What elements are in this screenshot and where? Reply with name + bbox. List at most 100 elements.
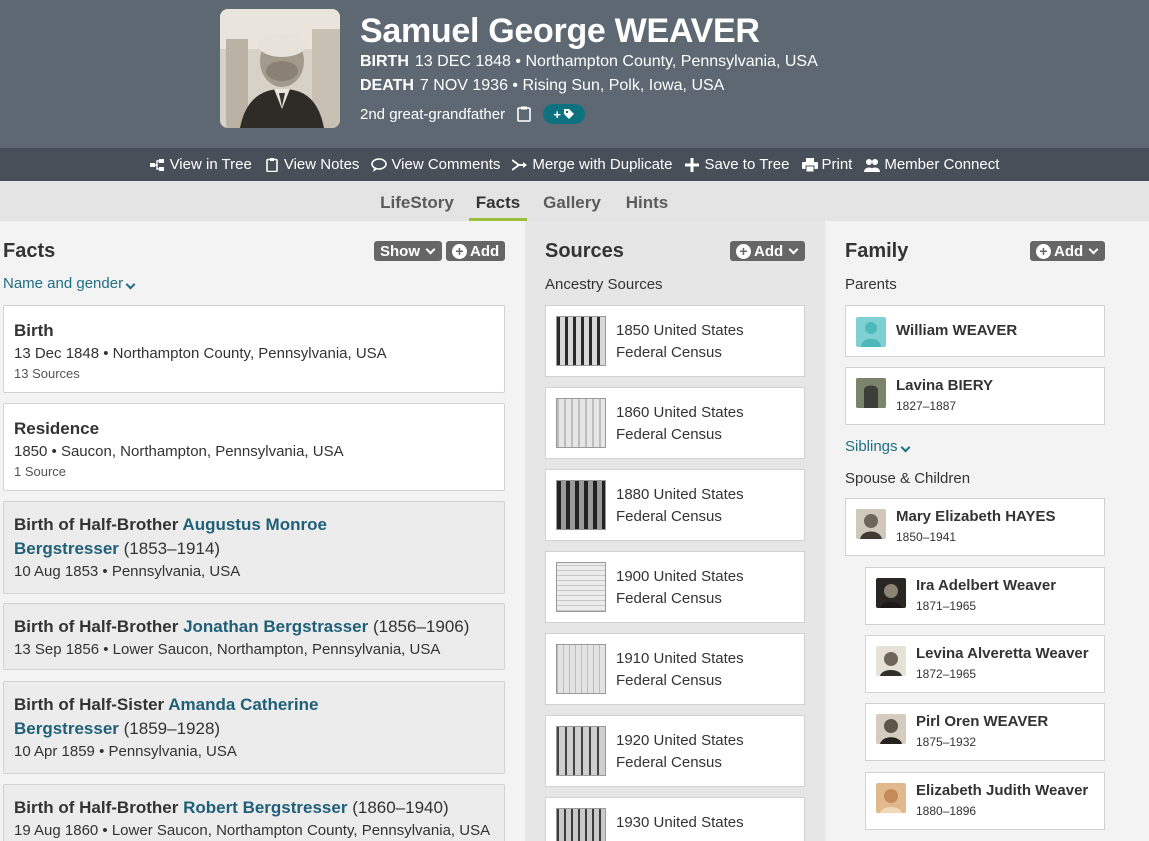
source-title: 1920 United States Federal Census — [616, 732, 744, 771]
view-in-tree-button[interactable]: View in Tree — [149, 156, 252, 173]
fact-title: Birth of Half-Brother Augustus Monroe Be… — [14, 513, 494, 561]
birth-label: BIRTH — [360, 53, 409, 70]
view-notes-button[interactable]: View Notes — [264, 156, 360, 173]
siblings-label: Siblings — [845, 438, 898, 455]
parents-label: Parents — [845, 276, 897, 293]
chevron-down-icon — [900, 442, 910, 453]
mother-name: Lavina BIERY — [896, 377, 993, 394]
add-source-label: Add — [754, 242, 784, 260]
fact-detail: 13 Dec 1848 • Northampton County, Pennsy… — [14, 345, 387, 362]
show-dropdown-button[interactable]: Show — [374, 241, 442, 261]
person-portrait[interactable] — [220, 9, 340, 128]
child-card[interactable]: Ira Adelbert Weaver 1871–1965 — [865, 567, 1105, 625]
view-comments-label: View Comments — [391, 156, 501, 173]
fact-card-half-brother-jonathan[interactable]: Birth of Half-Brother Jonathan Bergstras… — [3, 603, 505, 670]
members-icon — [864, 158, 881, 172]
tab-bar: LifeStory Facts Gallery Hints — [0, 181, 1149, 221]
source-card-1850-census[interactable]: 1850 United States Federal Census — [545, 305, 805, 377]
child-photo — [876, 646, 906, 676]
source-card-1880-census[interactable]: 1880 United States Federal Census — [545, 469, 805, 541]
child-card[interactable]: Pirl Oren WEAVER 1875–1932 — [865, 703, 1105, 761]
relative-link[interactable]: Jonathan Bergstrasser — [183, 617, 368, 636]
add-family-button[interactable]: + Add — [1030, 241, 1106, 261]
child-card[interactable]: Levina Alveretta Weaver 1872–1965 — [865, 635, 1105, 693]
member-connect-button[interactable]: Member Connect — [864, 156, 999, 173]
fact-source-count[interactable]: 1 Source — [14, 463, 494, 481]
relative-years: (1856–1906) — [372, 617, 470, 636]
relationship-text: 2nd great-grandfather — [360, 105, 506, 123]
tag-icon — [563, 109, 574, 119]
census-thumbnail — [556, 316, 606, 366]
relative-years: (1853–1914) — [123, 539, 221, 558]
source-card-1920-census[interactable]: 1920 United States Federal Census — [545, 715, 805, 787]
source-card-1910-census[interactable]: 1910 United States Federal Census — [545, 633, 805, 705]
source-card-1860-census[interactable]: 1860 United States Federal Census — [545, 387, 805, 459]
name-gender-toggle[interactable]: Name and gender — [3, 275, 136, 292]
relative-years: (1859–1928) — [123, 719, 221, 738]
print-button[interactable]: Print — [801, 156, 852, 173]
action-toolbar: View in Tree View Notes View Comments Me… — [0, 148, 1149, 181]
child-name: Elizabeth Judith Weaver — [916, 782, 1089, 799]
relative-years: (1860–1940) — [352, 798, 449, 817]
plus-circle-icon: + — [736, 243, 751, 259]
child-photo — [876, 714, 906, 744]
plus-icon: + — [553, 106, 561, 122]
name-gender-label: Name and gender — [3, 275, 124, 292]
fact-card-half-brother-robert[interactable]: Birth of Half-Brother Robert Bergstresse… — [3, 784, 505, 841]
add-source-button[interactable]: + Add — [730, 241, 806, 261]
fact-title: Residence — [14, 419, 100, 438]
siblings-toggle[interactable]: Siblings — [845, 438, 911, 455]
fact-detail: 10 Aug 1853 • Pennsylvania, USA — [14, 563, 241, 580]
chevron-down-icon — [788, 244, 799, 254]
family-column: Family + Add Parents William WEAVER Lavin… — [825, 221, 1149, 841]
person-silhouette-icon — [856, 317, 886, 347]
fact-title: Birth of Half-Sister Amanda Catherine Be… — [14, 693, 494, 741]
source-title: 1880 United States Federal Census — [616, 486, 744, 525]
relative-link[interactable]: Bergstresser — [14, 719, 119, 738]
source-card-1900-census[interactable]: 1900 United States Federal Census — [545, 551, 805, 623]
source-card-1930-census[interactable]: 1930 United States — [545, 797, 805, 841]
child-years: 1872–1965 — [916, 667, 977, 681]
headstone-photo — [856, 378, 886, 408]
source-title: 1860 United States Federal Census — [616, 404, 744, 443]
clipboard-icon[interactable] — [517, 106, 531, 122]
relative-link[interactable]: Bergstresser — [14, 539, 119, 558]
census-thumbnail — [556, 562, 606, 612]
fact-card-half-brother-augustus[interactable]: Birth of Half-Brother Augustus Monroe Be… — [3, 501, 505, 594]
spouse-photo — [856, 509, 886, 539]
census-thumbnail — [556, 398, 606, 448]
merge-duplicate-button[interactable]: Merge with Duplicate — [512, 156, 672, 173]
fact-source-count[interactable]: 13 Sources — [14, 365, 494, 383]
relative-link[interactable]: Robert Bergstresser — [183, 798, 347, 817]
relative-link[interactable]: Augustus Monroe — [182, 515, 327, 534]
source-title: 1850 United States Federal Census — [616, 322, 744, 361]
source-title: 1910 United States Federal Census — [616, 650, 744, 689]
sources-title: Sources — [545, 240, 624, 262]
ancestry-sources-label: Ancestry Sources — [545, 276, 663, 293]
view-notes-label: View Notes — [283, 156, 360, 173]
view-in-tree-label: View in Tree — [169, 156, 252, 173]
relative-link[interactable]: Amanda Catherine — [168, 695, 318, 714]
add-tag-button[interactable]: + — [543, 104, 586, 124]
child-card[interactable]: Elizabeth Judith Weaver 1880–1896 — [865, 772, 1105, 830]
death-line: DEATH 7 NOV 1936 • Rising Sun, Polk, Iowa… — [360, 77, 724, 95]
plus-circle-icon: + — [452, 243, 467, 259]
facts-column: Facts Show + Add Name and gender Birth 13… — [0, 221, 525, 841]
child-years: 1875–1932 — [916, 735, 977, 749]
comment-icon — [371, 157, 388, 172]
child-years: 1871–1965 — [916, 599, 977, 613]
tab-lifestory[interactable]: LifeStory — [376, 181, 458, 221]
tab-facts[interactable]: Facts — [469, 181, 527, 221]
view-comments-button[interactable]: View Comments — [371, 156, 500, 173]
tab-gallery[interactable]: Gallery — [538, 181, 606, 221]
fact-card-residence[interactable]: Residence 1850 • Saucon, Northampton, Pe… — [3, 403, 505, 491]
fact-card-half-sister-amanda[interactable]: Birth of Half-Sister Amanda Catherine Be… — [3, 681, 505, 774]
parent-card-mother[interactable]: Lavina BIERY 1827–1887 — [845, 367, 1105, 425]
save-to-tree-button[interactable]: Save to Tree — [684, 156, 790, 173]
fact-card-birth[interactable]: Birth 13 Dec 1848 • Northampton County, … — [3, 305, 505, 393]
child-photo — [876, 783, 906, 813]
add-fact-button[interactable]: + Add — [446, 241, 506, 261]
parent-card-father[interactable]: William WEAVER — [845, 305, 1105, 357]
tab-hints[interactable]: Hints — [620, 181, 674, 221]
spouse-card[interactable]: Mary Elizabeth HAYES 1850–1941 — [845, 498, 1105, 556]
